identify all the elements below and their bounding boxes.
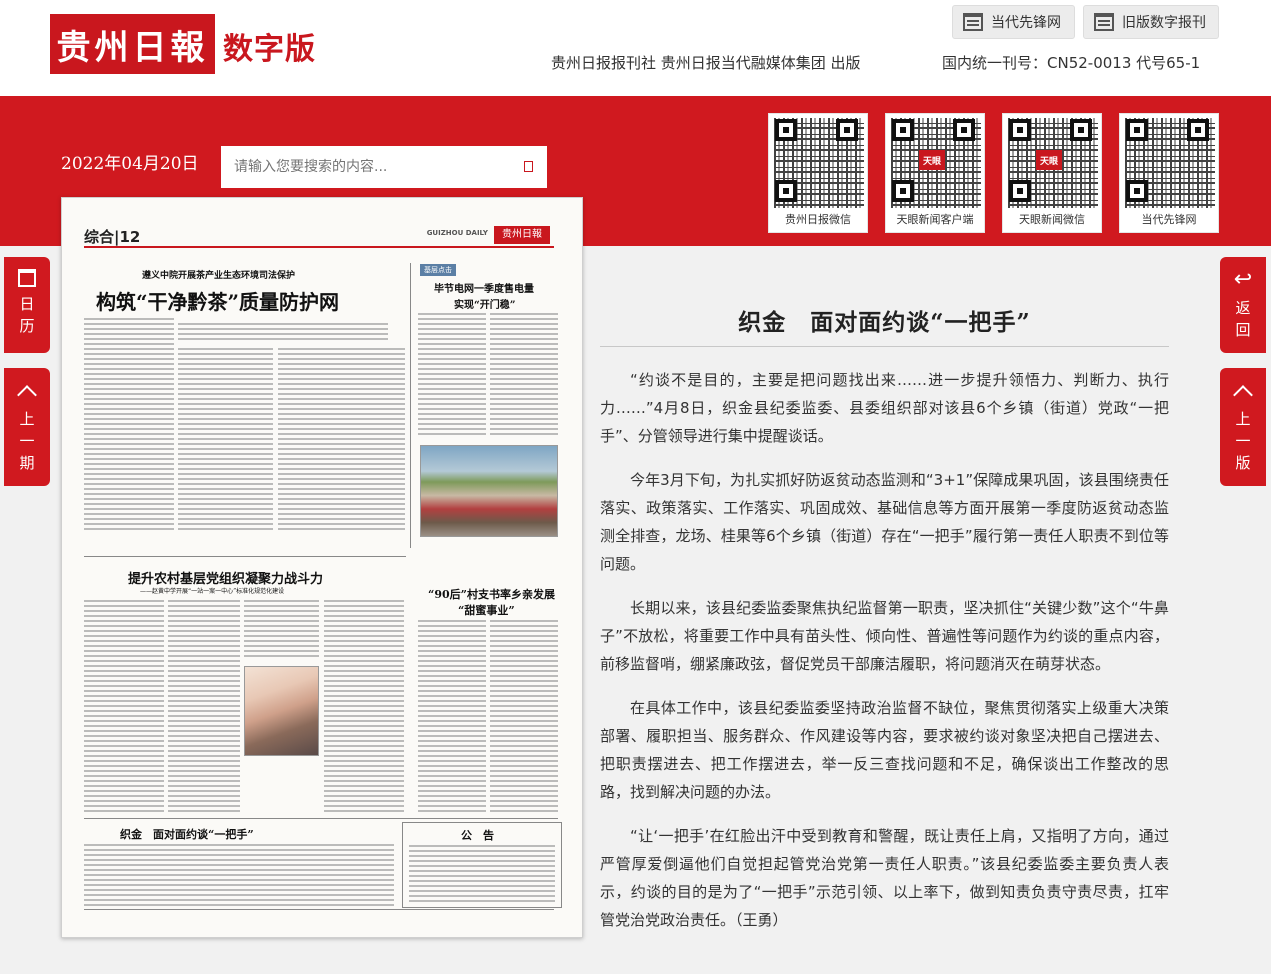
article-body: “约谈不是目的，主要是把问题找出来……进一步提升领悟力、判断力、执行力……”4月… xyxy=(600,366,1169,950)
calendar-grid-icon xyxy=(963,13,983,31)
text-column[interactable] xyxy=(490,620,558,815)
text-column[interactable] xyxy=(178,348,273,533)
article-subheadline: ——赵黄中学开展“一站一案一中心”标准化规范化建设 xyxy=(140,588,285,595)
text-column[interactable] xyxy=(278,348,405,533)
column-divider xyxy=(410,263,411,548)
qr-finder xyxy=(1070,119,1092,141)
previous-issue-label: 上一期 xyxy=(19,410,35,472)
chevron-up-icon xyxy=(17,385,37,405)
section-divider xyxy=(84,556,406,557)
text-column[interactable] xyxy=(418,313,486,438)
search-box xyxy=(221,146,547,188)
qr-label: 天眼新闻微信 xyxy=(1019,213,1085,226)
text-column[interactable] xyxy=(168,600,240,815)
news-photo[interactable] xyxy=(420,445,558,537)
text-column[interactable] xyxy=(178,323,388,341)
article-paragraph: 在具体工作中，该县纪委监委坚持政治监督不缺位，聚焦贯彻落实上级重大决策部署、履职… xyxy=(600,699,1169,801)
text-column[interactable] xyxy=(84,844,394,906)
text-column[interactable] xyxy=(84,600,164,815)
qr-tianyan-app: 天眼 天眼新闻客户端 xyxy=(885,113,985,233)
dangdai-xianfeng-label: 当代先锋网 xyxy=(991,15,1061,31)
return-label: 返回 xyxy=(1235,299,1251,339)
article-headline[interactable]: 提升农村基层党组织凝聚力战斗力 xyxy=(128,568,323,587)
publisher-info: 贵州日报报刊社 贵州日报当代融媒体集团 出版 xyxy=(551,54,861,72)
old-digital-edition-label: 旧版数字报刊 xyxy=(1122,15,1206,31)
article-paragraph: “约谈不是目的，主要是把问题找出来……进一步提升领悟力、判断力、执行力……”4月… xyxy=(600,371,1169,445)
article-paragraph: 长期以来，该县纪委监委聚焦执纪监督第一职责，坚决抓住“关键少数”这个“牛鼻子”不… xyxy=(600,599,1169,673)
qr-tianyan-wechat: 天眼 天眼新闻微信 xyxy=(1002,113,1102,233)
previous-issue-button[interactable]: 上一期 xyxy=(4,368,50,486)
article-paragraph: 今年3月下旬，为扎实抓好防返贫动态监测和“3+1”保障成果巩固，该县围绕责任落实… xyxy=(600,471,1169,573)
article-headline[interactable]: 毕节电网一季度售电量 xyxy=(434,280,534,295)
calendar-button[interactable]: 日历 xyxy=(4,257,50,353)
page-footer xyxy=(84,909,554,917)
qr-finder xyxy=(1009,180,1031,202)
text-column[interactable] xyxy=(84,318,174,533)
top-header: 贵州日報 数字版 当代先锋网 旧版数字报刊 贵州日报报刊社 贵州日报当代融媒体集… xyxy=(0,0,1271,96)
previous-page-label: 上一版 xyxy=(1235,410,1251,472)
qr-label: 天眼新闻客户端 xyxy=(896,213,974,226)
page-header: 综合|12 GUIZHOU DAILY 贵州日報 xyxy=(84,226,554,248)
qr-dangdai-xianfeng: 当代先锋网 xyxy=(1119,113,1219,233)
issn-info: 国内统一刊号：CN52-0013 代号65-1 xyxy=(942,54,1201,72)
qr-finder xyxy=(892,119,914,141)
qr-finder xyxy=(775,180,797,202)
masthead-mini: 贵州日報 xyxy=(494,226,550,244)
text-column[interactable] xyxy=(490,313,558,438)
news-photo[interactable] xyxy=(244,666,319,756)
text-column[interactable] xyxy=(244,600,319,660)
qr-label: 贵州日报微信 xyxy=(785,213,851,226)
site-logo[interactable]: 贵州日報 xyxy=(50,14,215,74)
dangdai-xianfeng-button[interactable]: 当代先锋网 xyxy=(952,5,1075,39)
qr-guizhou-daily-wechat: 贵州日报微信 xyxy=(768,113,868,233)
text-column[interactable] xyxy=(418,620,486,815)
article-headline[interactable]: “90后”村支书率乡亲发展 xyxy=(428,586,555,602)
article-headline[interactable]: 实现“开门稳” xyxy=(454,296,516,311)
qr-finder xyxy=(775,119,797,141)
chevron-up-icon xyxy=(1233,385,1253,405)
article-headline[interactable]: “甜蜜事业” xyxy=(458,602,515,618)
tianyan-logo: 天眼 xyxy=(1036,150,1062,170)
notice-title: 公 告 xyxy=(461,829,494,842)
qr-finder xyxy=(892,180,914,202)
title-divider xyxy=(600,346,1169,347)
calendar-label: 日历 xyxy=(19,295,35,335)
qr-finder xyxy=(1187,119,1209,141)
return-button[interactable]: ↩ 返回 xyxy=(1220,257,1266,353)
qr-finder xyxy=(1009,119,1031,141)
search-icon[interactable] xyxy=(524,161,533,172)
old-digital-edition-button[interactable]: 旧版数字报刊 xyxy=(1083,5,1219,39)
masthead-en: GUIZHOU DAILY xyxy=(426,229,488,237)
qr-finder xyxy=(1126,180,1148,202)
qr-finder xyxy=(836,119,858,141)
section-label: 综合|12 xyxy=(84,228,141,246)
qr-finder xyxy=(1126,119,1148,141)
calendar-grid-icon xyxy=(1094,13,1114,31)
calendar-icon xyxy=(18,269,36,287)
previous-page-button[interactable]: 上一版 xyxy=(1220,368,1266,486)
logo-subtitle: 数字版 xyxy=(223,32,316,67)
return-arrow-icon: ↩ xyxy=(1233,267,1253,292)
section-tag: 基层点击 xyxy=(420,264,456,276)
qr-finder xyxy=(953,119,975,141)
article-headline-current[interactable]: 织金 面对面约谈“一把手” xyxy=(120,826,254,842)
article-title: 织金 面对面约谈“一把手” xyxy=(738,309,1031,336)
text-column[interactable] xyxy=(324,600,404,815)
article-paragraph: “让‘一把手’在红脸出汗中受到教育和警醒，既让责任上肩，又指明了方向，通过严管厚… xyxy=(600,827,1169,929)
issue-date[interactable]: 2022年04月20日 xyxy=(61,149,199,174)
article-kicker[interactable]: 遵义中院开展茶产业生态环境司法保护 xyxy=(142,268,295,281)
section-divider xyxy=(84,818,558,819)
tianyan-logo: 天眼 xyxy=(919,150,945,170)
search-input[interactable] xyxy=(221,147,501,187)
article-headline[interactable]: 构筑“干净黔茶”质量防护网 xyxy=(96,286,339,315)
notice-box[interactable]: 公 告 xyxy=(402,822,562,908)
notice-text xyxy=(409,845,555,903)
qr-label: 当代先锋网 xyxy=(1141,213,1197,226)
newspaper-page-thumbnail[interactable]: 综合|12 GUIZHOU DAILY 贵州日報 遵义中院开展茶产业生态环境司法… xyxy=(61,197,583,938)
